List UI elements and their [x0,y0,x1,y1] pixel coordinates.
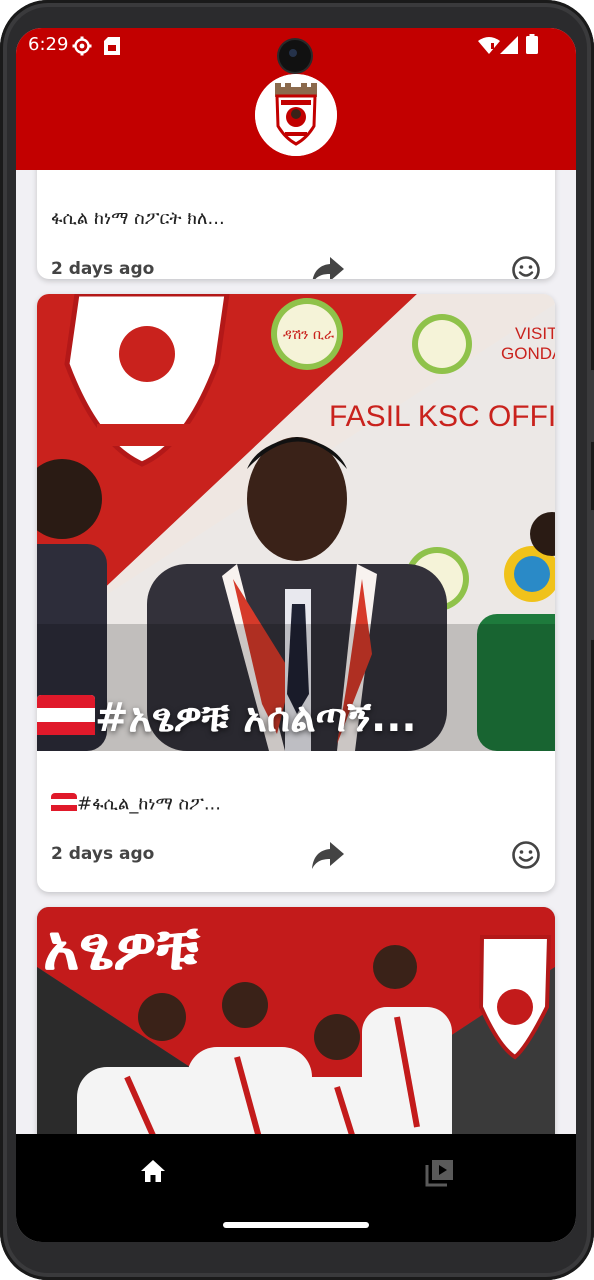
phone-frame: ፋሲል ከነማ ስፖርት ክለ... 2 days ago FASIL KSC … [0,0,594,1280]
post-image-overlay-title: አፄዎቹ [43,911,200,984]
signal-icon [500,36,518,54]
sponsor-banner-text: FASIL KSC OFFI [329,400,555,433]
settings-gear-icon [72,36,92,56]
press-conference-photo: FASIL KSC OFFI VISIT GONDA ዳሽን ቢራ [37,294,555,751]
post-title: #ፋሲል_ከነማ ስፖ... [51,793,221,816]
post-card[interactable]: አፄዎቹ [37,907,555,1167]
news-feed[interactable]: ፋሲል ከነማ ስፖርት ክለ... 2 days ago FASIL KSC … [16,28,576,1167]
post-time: 2 days ago [51,844,155,864]
post-image-overlay-title: #አፄዎቹ አሰልጣኝ... [37,695,417,745]
sponsor-logo-text: ዳሽን ቢራ [283,327,334,343]
video-library-icon[interactable] [424,1158,454,1188]
power-button [590,510,594,640]
app-screen: ፋሲል ከነማ ስፖርት ክለ... 2 days ago FASIL KSC … [16,28,576,1242]
status-time: 6:29 [28,34,69,55]
home-indicator-bar[interactable] [223,1222,369,1228]
wifi-alert-icon [478,37,500,54]
volume-button [590,370,594,442]
post-title: ፋሲል ከነማ ስፖርት ክለ... [51,208,225,229]
club-logo[interactable] [255,74,337,156]
visit-text: VISIT [515,324,555,343]
home-icon[interactable] [140,1158,166,1184]
front-camera [279,40,311,72]
battery-icon [526,34,538,54]
sim-card-icon [104,37,120,55]
post-card[interactable]: FASIL KSC OFFI VISIT GONDA ዳሽን ቢራ [37,294,555,892]
share-arrow-icon[interactable] [311,839,345,871]
post-time: 2 days ago [51,259,155,279]
flag-icon [37,695,95,745]
share-arrow-icon[interactable] [311,254,345,279]
bottom-navigation [16,1134,576,1242]
smiley-icon[interactable] [511,255,541,279]
flag-icon [51,793,77,816]
gondar-text: GONDA [501,344,555,363]
post-image[interactable]: FASIL KSC OFFI VISIT GONDA ዳሽን ቢራ [37,294,555,751]
post-image[interactable]: አፄዎቹ [37,907,555,1167]
smiley-icon[interactable] [511,840,541,870]
